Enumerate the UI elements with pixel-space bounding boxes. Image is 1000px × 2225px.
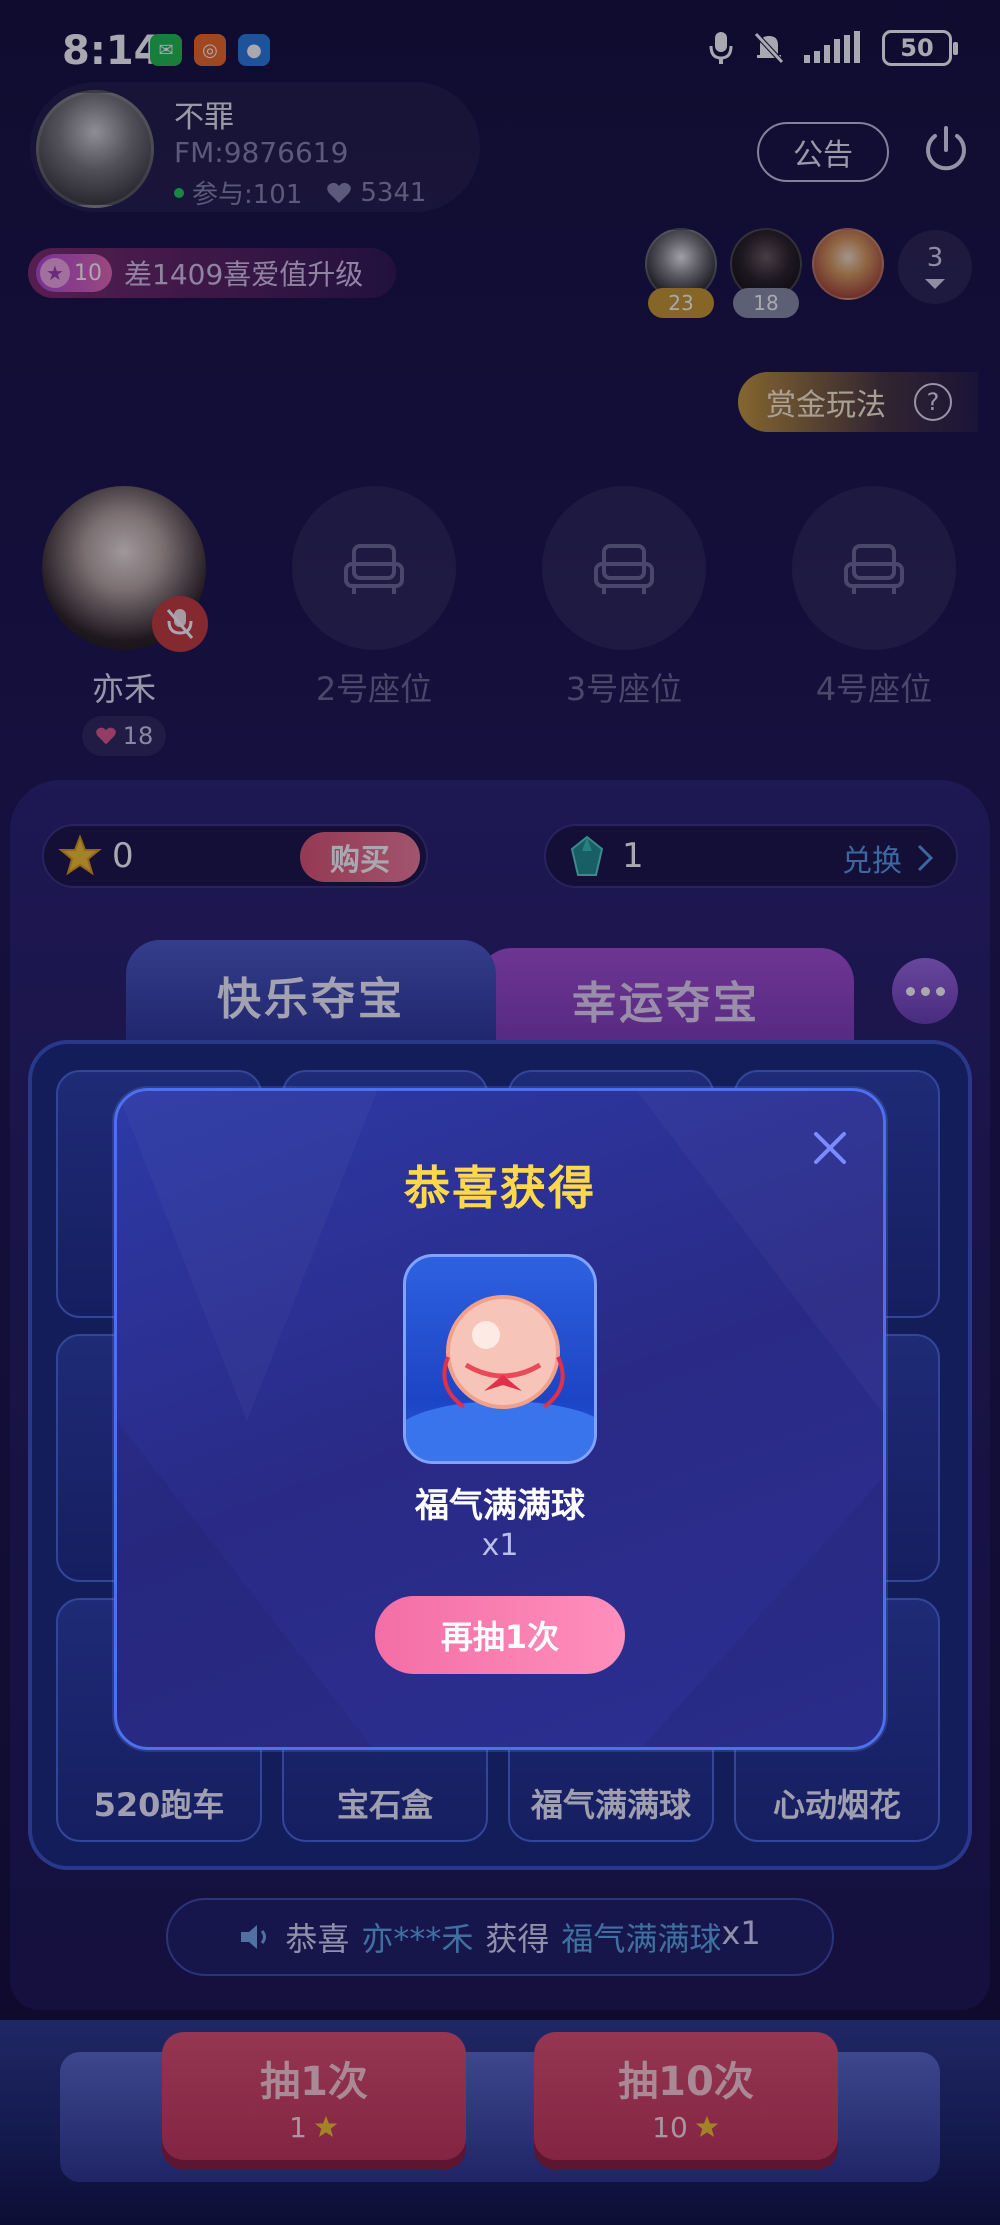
- prize-image: [403, 1254, 597, 1464]
- fortune-ball-icon: [406, 1295, 594, 1461]
- draw-again-button[interactable]: 再抽1次: [375, 1596, 625, 1674]
- prize-name: 福气满满球: [415, 1486, 585, 1526]
- modal-title: 恭喜获得: [404, 1161, 596, 1215]
- prize-quantity: x1: [481, 1528, 519, 1563]
